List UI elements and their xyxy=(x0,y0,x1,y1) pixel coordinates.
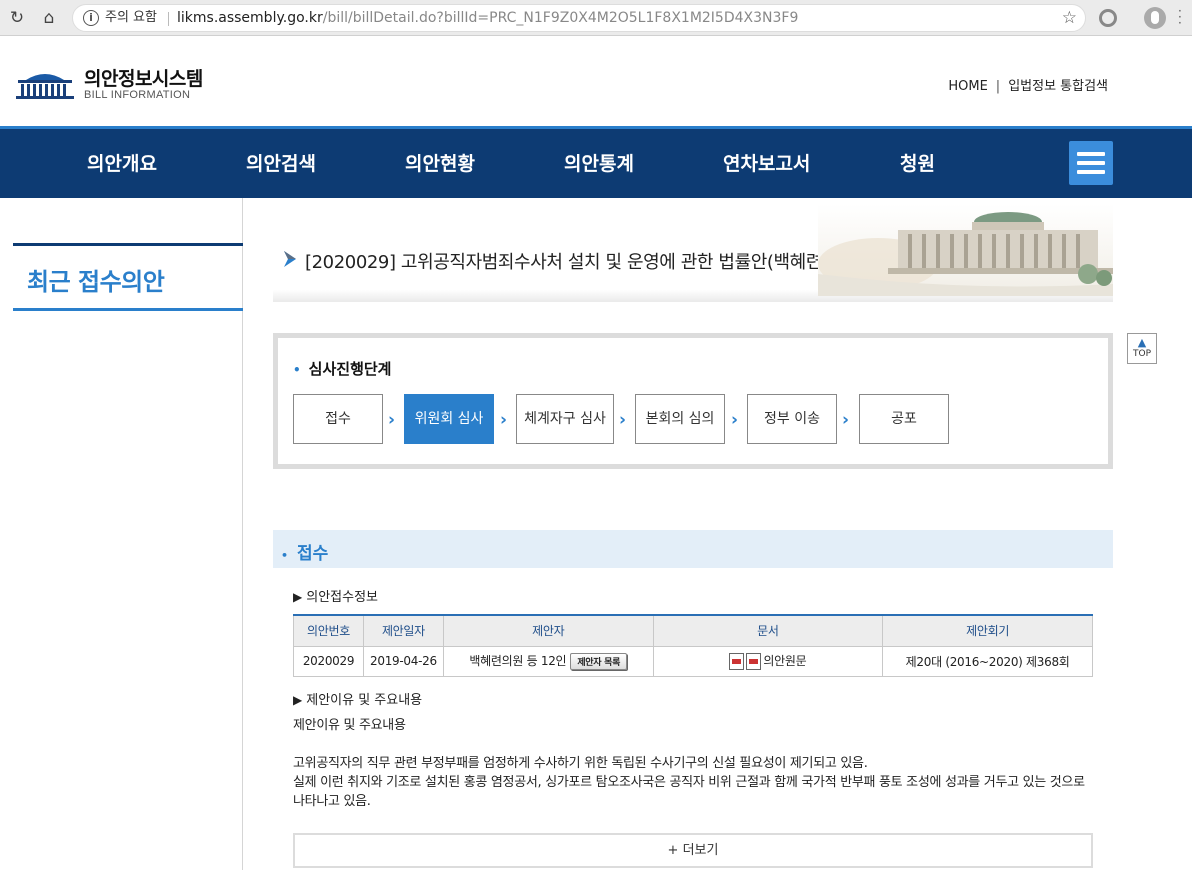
home-icon[interactable]: ⌂ xyxy=(38,7,60,29)
site-header: 의안정보시스템 BILL INFORMATION HOME | 입법정보 통합검색 xyxy=(0,36,1192,126)
nav-item-stats[interactable]: 의안통계 xyxy=(564,149,634,176)
menu-icon[interactable] xyxy=(1069,141,1113,185)
chevron-right-icon: › xyxy=(388,410,396,430)
stage-box-title: • 심사진행단계 xyxy=(293,358,391,379)
receipt-info-title-text: 의안접수정보 xyxy=(306,590,378,605)
bookmark-star-icon[interactable]: ☆ xyxy=(1062,5,1077,31)
step-plenary[interactable]: 본회의 심의 xyxy=(635,394,725,444)
arrow-up-icon: ▲ xyxy=(1137,336,1147,349)
reload-icon[interactable]: ↻ xyxy=(6,7,28,29)
pdf-file-icon[interactable] xyxy=(746,653,762,670)
assembly-logo-icon[interactable] xyxy=(14,66,76,100)
step-promulgation[interactable]: 공포 xyxy=(859,394,949,444)
nav-item-annual-report[interactable]: 연차보고서 xyxy=(723,149,810,176)
step-committee-review[interactable]: 위원회 심사 xyxy=(404,394,494,444)
bullet-icon: • xyxy=(293,363,301,377)
proposer-list-button[interactable]: 제안자 목록 xyxy=(570,653,628,670)
chevron-right-icon: › xyxy=(731,410,739,430)
document-link[interactable]: 의안원문 xyxy=(763,654,806,668)
col-date: 제안일자 xyxy=(362,614,444,647)
chevron-right-icon: › xyxy=(842,410,850,430)
security-label[interactable]: 주의 요함 xyxy=(105,5,157,31)
col-document: 문서 xyxy=(652,614,884,647)
triangle-bullet-icon: ▶ xyxy=(293,693,303,707)
nav-item-status[interactable]: 의안현황 xyxy=(405,149,475,176)
bullet-icon: • xyxy=(281,549,289,562)
reason-line: 고위공직자의 직무 관련 부정부패를 엄정하게 수사하기 위한 독립된 수사기구… xyxy=(293,756,868,771)
logo-title[interactable]: 의안정보시스템 xyxy=(84,64,203,91)
url-host: likms.assembly.go.kr xyxy=(177,10,323,26)
reason-label: 제안이유 및 주요내용 xyxy=(293,718,406,733)
reason-title: ▶ 제안이유 및 주요내용 xyxy=(293,689,422,708)
step-receipt[interactable]: 접수 xyxy=(293,394,383,444)
integrated-search-link[interactable]: 입법정보 통합검색 xyxy=(1008,79,1108,94)
nav-item-petition[interactable]: 청원 xyxy=(900,149,935,176)
cell-proposer: 백혜련의원 등 12인 제안자 목록 xyxy=(442,645,654,677)
proposer-text: 백혜련의원 등 12인 xyxy=(469,654,567,668)
table-row: 2020029 2019-04-26 백혜련의원 등 12인 제안자 목록 의안원… xyxy=(293,645,1093,677)
browser-toolbar: ↻ ⌂ i 주의 요함 likms.assembly.go.kr/bill/bi… xyxy=(0,0,1192,36)
info-icon[interactable]: i xyxy=(83,10,99,26)
reason-line: 실제 이런 취지와 기조로 설치된 홍콩 염정공서, 싱가포르 탐오조사국은 공… xyxy=(293,775,1085,790)
home-link[interactable]: HOME xyxy=(948,79,987,94)
step-legal-review[interactable]: 체계자구 심사 xyxy=(516,394,614,444)
left-sidebar: 최근 접수의안 xyxy=(0,198,243,870)
cell-bill-no: 2020029 xyxy=(293,645,364,677)
address-bar[interactable]: i 주의 요함 likms.assembly.go.kr/bill/billDe… xyxy=(72,4,1086,32)
cell-document: 의안원문 xyxy=(652,645,884,677)
reason-line: 나타나고 있음. xyxy=(293,794,371,809)
col-session: 제안회기 xyxy=(882,614,1093,647)
nav-item-search[interactable]: 의안검색 xyxy=(246,149,316,176)
stage-title-text: 심사진행단계 xyxy=(308,360,392,378)
receipt-info-title: ▶ 의안접수정보 xyxy=(293,586,378,605)
cell-session: 제20대 (2016~2020) 제368회 xyxy=(882,645,1093,677)
url-text[interactable]: likms.assembly.go.kr/bill/billDetail.do?… xyxy=(177,5,798,31)
section-title-text: 접수 xyxy=(297,544,329,564)
section-title: • 접수 xyxy=(281,539,328,564)
divider xyxy=(168,12,169,26)
bill-title-bar: [2020029] 고위공직자범죄수사처 설치 및 운영에 관한 법률안(백혜련… xyxy=(273,198,1113,302)
extension-icon[interactable] xyxy=(1099,9,1117,27)
table-header-row: 의안번호 제안일자 제안자 문서 제안회기 xyxy=(293,614,1093,647)
assembly-building-image xyxy=(818,204,1113,296)
arrow-bullet-icon xyxy=(284,251,296,267)
cell-date: 2019-04-26 xyxy=(362,645,444,677)
col-proposer: 제안자 xyxy=(442,614,654,647)
receipt-info-table: 의안번호 제안일자 제안자 문서 제안회기 2020029 2019-04-26… xyxy=(293,614,1093,677)
nav-item-overview[interactable]: 의안개요 xyxy=(87,149,157,176)
profile-avatar[interactable] xyxy=(1144,7,1166,29)
col-bill-no: 의안번호 xyxy=(293,614,364,647)
main-nav: 의안개요 의안검색 의안현황 의안통계 연차보고서 청원 xyxy=(0,126,1192,198)
utility-links: HOME | 입법정보 통합검색 xyxy=(948,75,1108,94)
triangle-bullet-icon: ▶ xyxy=(293,590,303,604)
sidebar-title: 최근 접수의안 xyxy=(27,268,165,296)
progress-stage-box: • 심사진행단계 접수 › 위원회 심사 › 체계자구 심사 › 본회의 심의 ›… xyxy=(273,333,1113,469)
url-path: /bill/billDetail.do?billId=PRC_N1F9Z0X4M… xyxy=(322,10,799,26)
reason-title-text: 제안이유 및 주요내용 xyxy=(306,693,423,708)
scroll-top-button[interactable]: ▲ TOP xyxy=(1127,333,1157,364)
chevron-right-icon: › xyxy=(619,410,627,430)
browser-menu-icon[interactable]: · · · xyxy=(1178,5,1182,29)
logo-subtitle: BILL INFORMATION xyxy=(84,89,191,101)
hwp-file-icon[interactable] xyxy=(729,653,745,670)
top-label: TOP xyxy=(1132,349,1151,359)
chevron-right-icon: › xyxy=(500,410,508,430)
divider: | xyxy=(995,79,1001,94)
receipt-section-header: • 접수 xyxy=(273,530,1113,568)
more-button[interactable]: + 더보기 xyxy=(293,833,1093,868)
step-government-transfer[interactable]: 정부 이송 xyxy=(747,394,837,444)
sidebar-title-box: 최근 접수의안 xyxy=(13,243,243,311)
